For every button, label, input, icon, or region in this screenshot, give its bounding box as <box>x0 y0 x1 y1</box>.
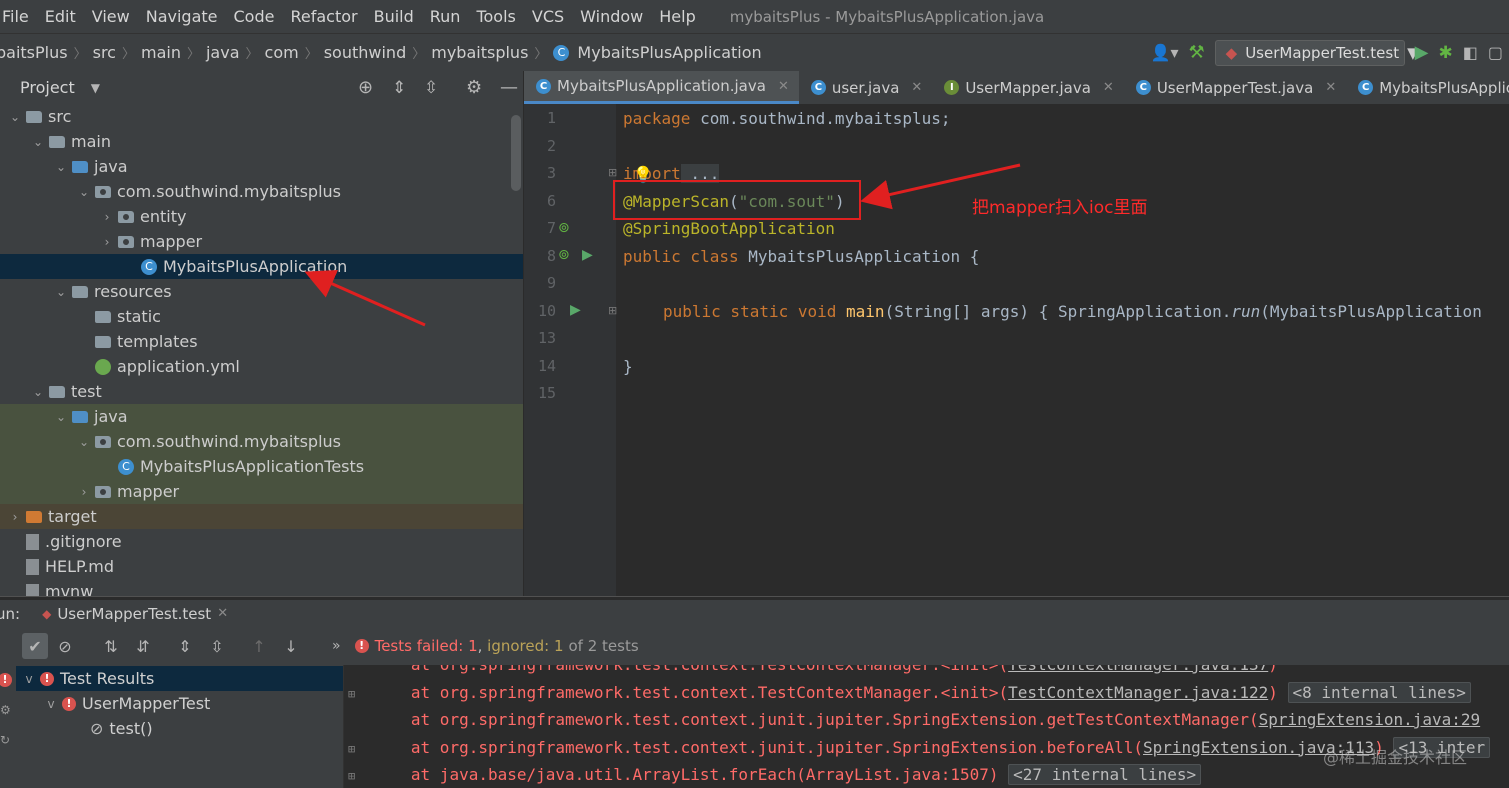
console-indent <box>382 683 411 702</box>
chevron-down-icon[interactable]: v <box>22 672 36 686</box>
console-line: ⊞ at org.springframework.test.context.ju… <box>344 735 1491 762</box>
test-results-tree: v ! Test Results v ! UserMapperTest ⊘ te… <box>16 665 343 788</box>
annotation-note: 把mapper扫入ioc里面 <box>972 198 1148 218</box>
source-link[interactable]: SpringExtension.java:29 <box>1259 710 1481 729</box>
folded-lines[interactable]: <8 internal lines> <box>1287 681 1471 703</box>
test-class-node[interactable]: v ! UserMapperTest <box>16 691 343 716</box>
settings-icon[interactable]: ⚙ <box>0 703 11 717</box>
console-line: at org.springframework.test.context.Test… <box>344 665 1278 678</box>
tests-failed-status: Tests failed: 1 <box>374 637 478 655</box>
sort-duration-icon[interactable]: ⇵ <box>130 633 156 659</box>
fold-icon[interactable]: ⊞ <box>344 763 382 788</box>
stack-frame: ) <box>1268 682 1278 702</box>
next-failed-icon[interactable]: ↓ <box>278 633 304 659</box>
console-indent <box>382 738 411 757</box>
stack-frame: at org.springframework.test.context.juni… <box>410 710 1259 729</box>
error-icon: ! <box>62 696 76 711</box>
test-results-root[interactable]: v ! Test Results <box>16 666 343 691</box>
arrow-to-application-class <box>304 270 426 327</box>
console-line: at org.springframework.test.context.juni… <box>344 707 1480 733</box>
fold-icon[interactable]: ⊞ <box>344 681 382 707</box>
error-icon: ! <box>354 639 369 653</box>
source-link[interactable]: TestContextManager.java:137 <box>1008 665 1268 674</box>
run-tab[interactable]: ◆ UserMapperTest.test ✕ <box>42 605 228 623</box>
ignored-icon: ⊘ <box>90 719 104 738</box>
console-indent <box>382 765 411 784</box>
source-link[interactable]: TestContextManager.java:122 <box>1008 683 1268 702</box>
close-icon[interactable]: ✕ <box>217 606 228 621</box>
run-toolbar: ✔ ⊘ ⇅ ⇵ ⇕ ⇳ ↑ ↓ » ! Tests failed: 1 , ig… <box>0 627 1509 665</box>
error-icon: ! <box>40 671 54 686</box>
stack-frame: at org.springframework.test.context.Test… <box>411 665 1008 674</box>
test-node-label: UserMapperTest <box>82 694 211 713</box>
console-line: ⊞ at java.base/java.util.ArrayList.forEa… <box>344 762 1202 788</box>
watermark: @稀土掘金技术社区 <box>1323 748 1468 767</box>
run-panel-label: un: <box>0 604 21 623</box>
chevron-down-icon[interactable]: v <box>44 697 58 711</box>
show-passed-icon[interactable]: ✔ <box>22 633 48 659</box>
error-icon: ! <box>0 673 12 687</box>
expand-all-icon[interactable]: ⇕ <box>172 633 198 659</box>
run-side-toolbar: ! ⚙ ↻ <box>0 665 17 788</box>
more-icon[interactable]: » <box>332 638 341 654</box>
console-indent <box>382 665 411 674</box>
stack-frame: at org.springframework.test.context.Test… <box>410 682 1009 702</box>
previous-failed-icon[interactable]: ↑ <box>246 633 272 659</box>
rerun-icon[interactable]: ↻ <box>0 733 10 747</box>
console-indent <box>382 710 411 729</box>
test-node-label: Test Results <box>60 669 155 688</box>
tests-total-status: of 2 tests <box>568 637 639 655</box>
show-ignored-icon[interactable]: ⊘ <box>52 633 78 659</box>
fold-icon[interactable]: ⊞ <box>344 736 382 762</box>
test-config-icon: ◆ <box>42 606 52 621</box>
stack-frame: at org.springframework.test.context.juni… <box>410 737 1143 757</box>
collapse-all-icon[interactable]: ⇳ <box>204 633 230 659</box>
status-separator: , <box>477 637 488 655</box>
run-tab-label: UserMapperTest.test <box>57 604 212 623</box>
stack-frame: at java.base/java.util.ArrayList.forEach… <box>410 765 999 784</box>
test-node-label: test() <box>109 719 153 738</box>
stack-frame: ) <box>1268 665 1278 674</box>
sort-alpha-icon[interactable]: ⇅ <box>98 633 124 659</box>
tests-ignored-status: ignored: 1 <box>487 637 564 655</box>
console-output[interactable]: at org.springframework.test.context.Test… <box>343 665 1509 788</box>
console-line: ⊞ at org.springframework.test.context.Te… <box>344 680 1471 706</box>
run-panel-header: un: ◆ UserMapperTest.test ✕ <box>0 600 1509 627</box>
test-method-node[interactable]: ⊘ test() <box>16 716 343 741</box>
folded-lines[interactable]: <27 internal lines> <box>1008 764 1202 785</box>
